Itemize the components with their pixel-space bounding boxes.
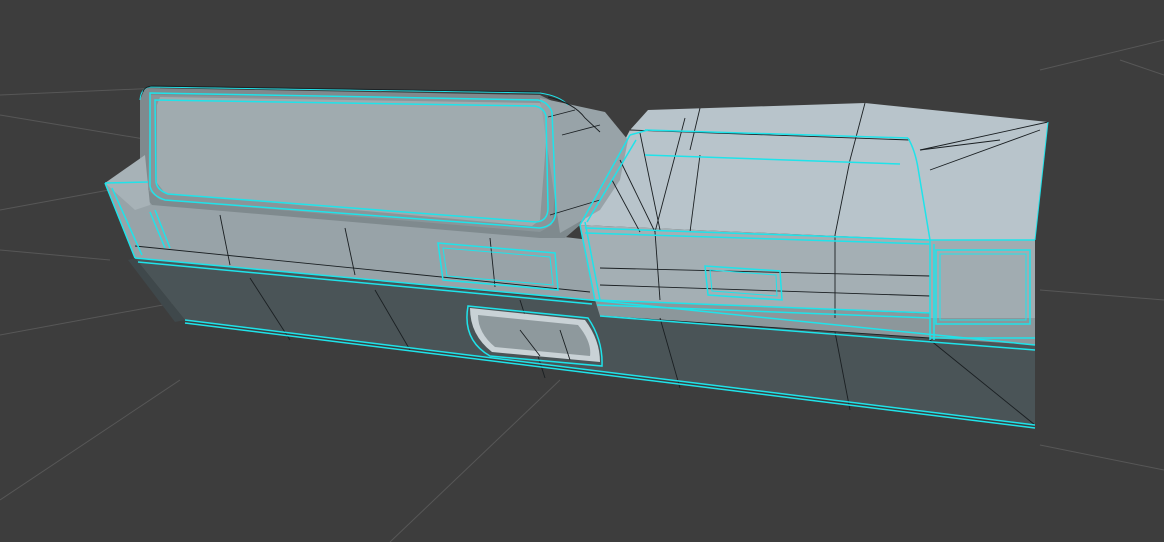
viewport-canvas[interactable] [0,0,1164,542]
3d-viewport[interactable] [0,0,1164,542]
